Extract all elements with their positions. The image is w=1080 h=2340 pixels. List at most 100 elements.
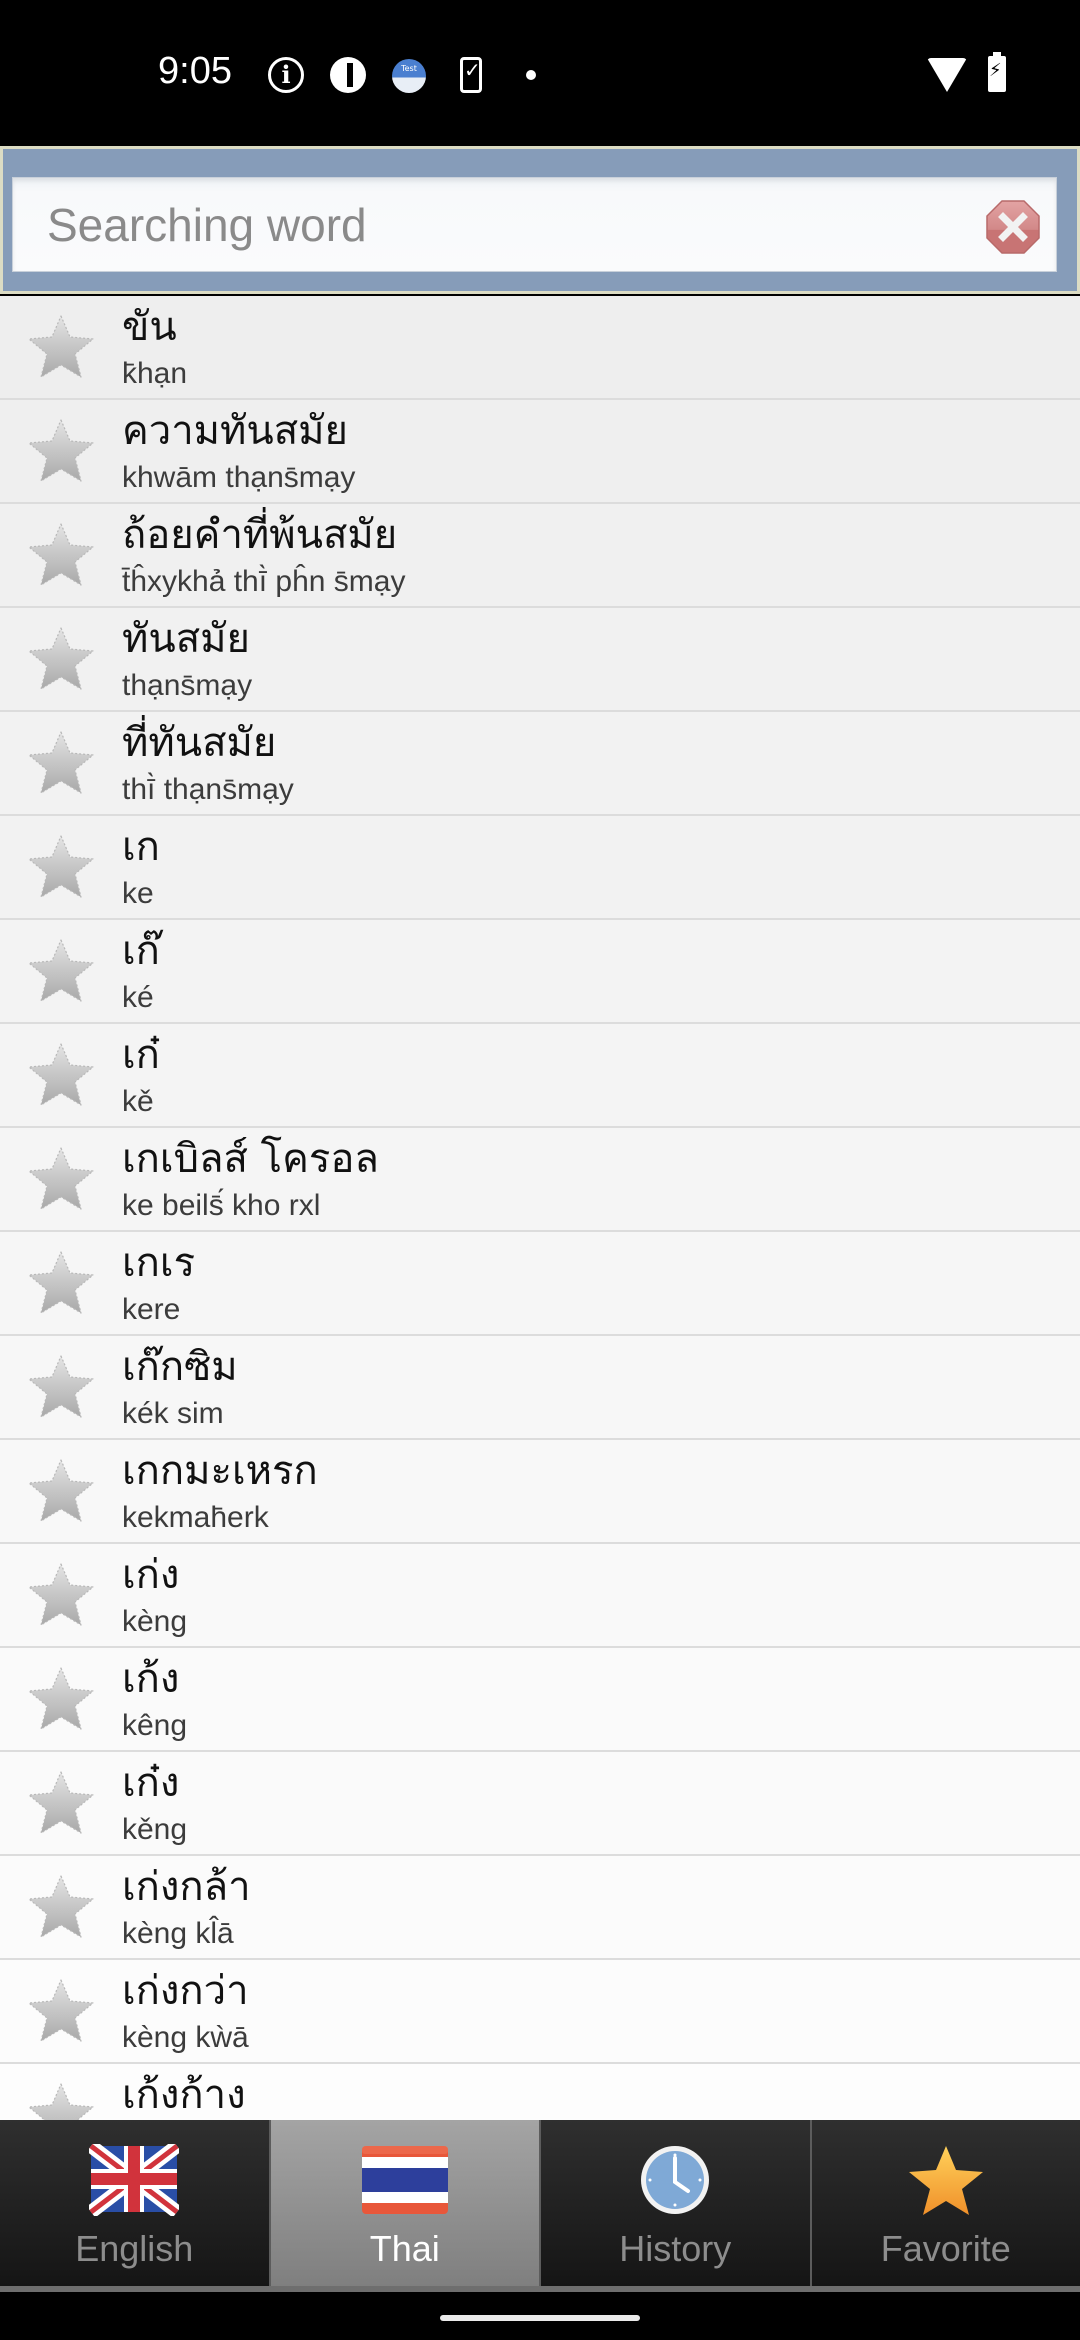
favorite-star-icon[interactable]: [26, 1872, 96, 1942]
word-romanization: ke beils̄́ kho rxl: [122, 1189, 321, 1222]
word-list-item[interactable]: ความทันสมัย khwām thạns̄mạy: [0, 400, 1080, 504]
tab-favorite[interactable]: Favorite: [811, 2120, 1080, 2286]
tab-history[interactable]: History: [541, 2120, 812, 2286]
test-app-icon: Test: [392, 59, 426, 93]
tab-english[interactable]: English: [0, 2120, 271, 2286]
phone-check-icon: [460, 57, 482, 93]
word-list-item[interactable]: เกเร kere: [0, 1232, 1080, 1336]
favorite-star-icon[interactable]: [26, 2080, 96, 2120]
word-list-item[interactable]: ถ้อยคำที่พ้นสมัย t̄ĥxykhả thī̀ pĥn s̄mạy: [0, 504, 1080, 608]
tab-label: History: [619, 2228, 732, 2269]
word-list-item[interactable]: เก๊กซิม kék sim: [0, 1336, 1080, 1440]
word-list-item[interactable]: ทันสมัย thạns̄mạy: [0, 608, 1080, 712]
favorite-star-icon[interactable]: [26, 728, 96, 798]
word-list-item[interactable]: เก๊ ké: [0, 920, 1080, 1024]
word-thai: ขัน: [122, 304, 177, 350]
word-romanization: k̄hạn: [122, 357, 188, 390]
word-list-item[interactable]: เก๋ง kěng: [0, 1752, 1080, 1856]
uk-flag-icon: [89, 2144, 180, 2216]
word-list-item[interactable]: ขัน k̄hạn: [0, 296, 1080, 400]
word-thai: เก๋ง: [122, 1760, 180, 1806]
word-romanization: t̄ĥxykhả thī̀ pĥn s̄mạy: [122, 565, 406, 598]
tab-label: Thai: [369, 2228, 440, 2269]
word-romanization: ké: [122, 981, 154, 1014]
search-input[interactable]: [13, 178, 973, 271]
favorite-star-icon[interactable]: [26, 1976, 96, 2046]
word-thai: เกเร: [122, 1240, 196, 1286]
word-romanization: kěng: [122, 1813, 188, 1846]
search-panel: [0, 146, 1080, 294]
favorite-star-icon[interactable]: [26, 1248, 96, 1318]
favorite-star-icon[interactable]: [26, 416, 96, 486]
word-list[interactable]: ขัน k̄hạn ความทันสมัย khwām thạns̄mạy ถ้…: [0, 296, 1080, 2120]
word-thai: เก๊: [122, 928, 160, 974]
word-romanization: kêng: [122, 1709, 188, 1742]
word-romanization: kék sim: [122, 1397, 224, 1430]
notification-dot-icon: [526, 70, 536, 80]
system-nav-bar: [0, 2292, 1080, 2340]
favorite-star-icon[interactable]: [26, 1040, 96, 1110]
favorite-star-icon[interactable]: [26, 1352, 96, 1422]
clock-icon: [641, 2146, 710, 2214]
word-thai: เกกมะเหรก: [122, 1448, 318, 1494]
word-thai: ที่ทันสมัย: [122, 720, 277, 766]
favorite-star-icon[interactable]: [26, 1768, 96, 1838]
favorite-star-icon[interactable]: [26, 624, 96, 694]
battery-charging-icon: [988, 52, 1006, 92]
word-list-item[interactable]: เก่งกล้า kèng kl̂ā: [0, 1856, 1080, 1960]
word-list-item[interactable]: เก่งกว่า kèng kẁā: [0, 1960, 1080, 2064]
favorite-star-icon[interactable]: [26, 312, 96, 382]
favorite-star-icon[interactable]: [26, 520, 96, 590]
info-icon: i: [268, 57, 304, 93]
tab-label: Favorite: [880, 2228, 1011, 2269]
word-list-item[interactable]: ที่ทันสมัย thī̀ thạns̄mạy: [0, 712, 1080, 816]
status-bar: 9:05 i Test: [0, 0, 1080, 146]
word-thai: ทันสมัย: [122, 616, 250, 662]
tab-label: English: [75, 2228, 194, 2269]
word-list-item[interactable]: เก๋ kě: [0, 1024, 1080, 1128]
word-romanization: khwām thạns̄mạy: [122, 461, 356, 494]
word-romanization: kèng kl̂ā: [122, 1917, 234, 1950]
word-thai: เก่งกว่า: [122, 1968, 249, 2014]
favorite-star-icon[interactable]: [26, 832, 96, 902]
clear-icon: [986, 200, 1040, 254]
word-romanization: kèng kẁā: [122, 2021, 249, 2054]
home-indicator[interactable]: [440, 2315, 640, 2321]
tab-thai[interactable]: Thai: [270, 2120, 541, 2286]
favorite-star-icon[interactable]: [26, 936, 96, 1006]
word-thai: เก๋: [122, 1032, 160, 1078]
word-thai: เก้งก้าง: [122, 2072, 246, 2118]
word-romanization: kere: [122, 1293, 181, 1326]
search-box: [12, 177, 1057, 272]
word-thai: เกเบิลส์ โครอล: [122, 1136, 379, 1182]
clear-search-button[interactable]: [986, 200, 1040, 254]
bottom-tab-bar: English Thai History Favorite: [0, 2120, 1080, 2292]
word-thai: เก๊กซิม: [122, 1344, 238, 1390]
word-list-item[interactable]: เกกมะเหรก kekmah̄erk: [0, 1440, 1080, 1544]
favorite-star-icon[interactable]: [26, 1144, 96, 1214]
word-list-item[interactable]: เก ke: [0, 816, 1080, 920]
word-thai: ความทันสมัย: [122, 408, 348, 454]
word-list-item[interactable]: เกเบิลส์ โครอล ke beils̄́ kho rxl: [0, 1128, 1080, 1232]
word-list-item[interactable]: เก่ง kèng: [0, 1544, 1080, 1648]
word-romanization: kekmah̄erk: [122, 1501, 269, 1534]
favorite-star-icon[interactable]: [26, 1664, 96, 1734]
wifi-icon: [927, 58, 967, 92]
search-panel-inner: [3, 149, 1077, 291]
word-romanization: ke: [122, 877, 154, 910]
word-thai: เก่งกล้า: [122, 1864, 251, 1910]
word-thai: ถ้อยคำที่พ้นสมัย: [122, 512, 398, 558]
word-list-item[interactable]: เก้งก้าง: [0, 2064, 1080, 2120]
status-time: 9:05: [158, 50, 232, 92]
favorite-star-icon[interactable]: [26, 1456, 96, 1526]
word-thai: เก้ง: [122, 1656, 180, 1702]
word-thai: เก: [122, 824, 160, 870]
thai-flag-icon: [361, 2146, 448, 2214]
app-pill-icon: [330, 57, 366, 93]
word-thai: เก่ง: [122, 1552, 180, 1598]
word-romanization: kèng: [122, 1605, 188, 1638]
favorite-star-icon[interactable]: [26, 1560, 96, 1630]
word-romanization: thī̀ thạns̄mạy: [122, 773, 294, 806]
word-list-item[interactable]: เก้ง kêng: [0, 1648, 1080, 1752]
star-icon: [908, 2146, 983, 2215]
